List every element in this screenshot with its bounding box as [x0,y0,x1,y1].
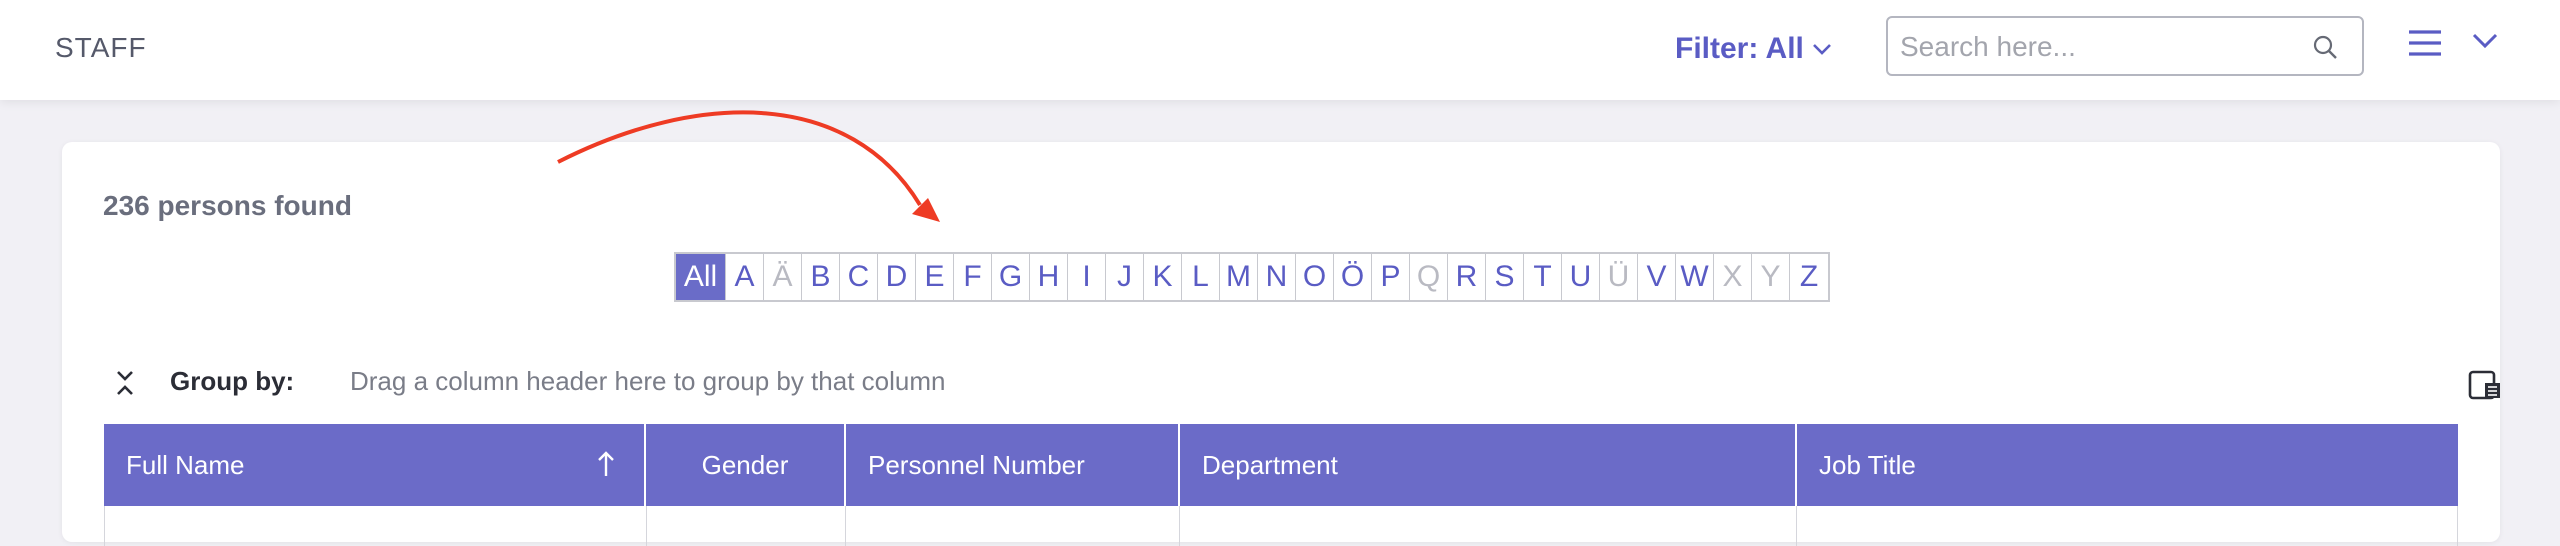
alphabet-letter-button[interactable]: R [1448,254,1486,300]
alphabet-filter: All A Ä B C D E F G H I J K L M N O Ö P Q R S T U Ü V W X Y Z [674,252,1830,302]
alphabet-letter-button[interactable]: P [1372,254,1410,300]
grid-cell [1180,506,1797,546]
column-header-full-name[interactable]: Full Name [104,424,646,506]
alphabet-all-button[interactable]: All [676,254,726,300]
alphabet-letter-button[interactable]: T [1524,254,1562,300]
group-by-label: Group by: [170,366,295,396]
alphabet-letter-button[interactable]: S [1486,254,1524,300]
grid-cell [105,506,647,546]
chevron-down-icon [1812,44,1831,55]
alphabet-letter-button[interactable]: V [1638,254,1676,300]
column-header-personnel-number[interactable]: Personnel Number [846,424,1180,506]
grid-cell [846,506,1181,546]
alphabet-letter-button[interactable]: N [1258,254,1296,300]
chevron-down-icon[interactable] [2472,32,2498,50]
collapse-expand-icon[interactable] [114,368,136,398]
grid-header: Full Name Gender Personnel Number Depart… [104,424,2458,506]
column-header-label: Full Name [126,449,245,480]
alphabet-letter-button[interactable]: C [840,254,878,300]
grid-cell [1797,506,2457,546]
column-header-department[interactable]: Department [1180,424,1797,506]
group-by-hint: Drag a column header here to group by th… [350,366,946,396]
alphabet-letter-button[interactable]: U [1562,254,1600,300]
alphabet-letter-button[interactable]: D [878,254,916,300]
column-header-job-title[interactable]: Job Title [1797,424,2458,506]
filter-dropdown[interactable]: Filter: All [1675,32,1832,66]
sort-ascending-icon[interactable] [596,450,616,478]
alphabet-letter-button: Ä [764,254,802,300]
search-icon[interactable] [2312,34,2338,60]
alphabet-letter-button[interactable]: E [916,254,954,300]
alphabet-letter-button[interactable]: H [1030,254,1068,300]
column-header-label: Job Title [1819,449,1916,480]
alphabet-letter-button[interactable]: W [1676,254,1714,300]
filter-label: Filter: All [1675,32,1804,65]
column-header-label: Department [1202,449,1338,480]
top-bar: STAFF Filter: All [0,0,2560,100]
hamburger-menu-icon[interactable] [2408,28,2442,58]
alphabet-letter-button: Y [1752,254,1790,300]
search-input[interactable] [1898,26,2302,68]
alphabet-letter-button[interactable]: L [1182,254,1220,300]
alphabet-letter-button[interactable]: B [802,254,840,300]
alphabet-letter-button[interactable]: J [1106,254,1144,300]
column-chooser-icon[interactable] [2468,370,2502,400]
grid-cell [647,506,847,546]
grid-body [104,506,2458,546]
alphabet-letter-button: X [1714,254,1752,300]
staff-card: 236 persons found All A Ä B C D E F G H I J K L M N O Ö P Q… [62,142,2500,546]
group-by-panel: Group by: Drag a column header here to g… [114,360,2514,410]
page-title: STAFF [55,32,147,63]
alphabet-letter-button[interactable]: F [954,254,992,300]
alphabet-letter-button: Q [1410,254,1448,300]
column-header-label: Personnel Number [868,449,1085,480]
alphabet-letter-button: Ü [1600,254,1638,300]
alphabet-letter-button[interactable]: O [1296,254,1334,300]
column-header-gender[interactable]: Gender [646,424,846,506]
alphabet-letter-button[interactable]: Z [1790,254,1828,300]
alphabet-letter-button[interactable]: M [1220,254,1258,300]
alphabet-letter-button[interactable]: A [726,254,764,300]
alphabet-letter-button[interactable]: K [1144,254,1182,300]
alphabet-letter-button[interactable]: Ö [1334,254,1372,300]
result-count: 236 persons found [103,190,352,221]
alphabet-letter-button[interactable]: G [992,254,1030,300]
alphabet-letter-button[interactable]: I [1068,254,1106,300]
column-header-label: Gender [701,449,789,480]
search-box [1886,16,2364,76]
